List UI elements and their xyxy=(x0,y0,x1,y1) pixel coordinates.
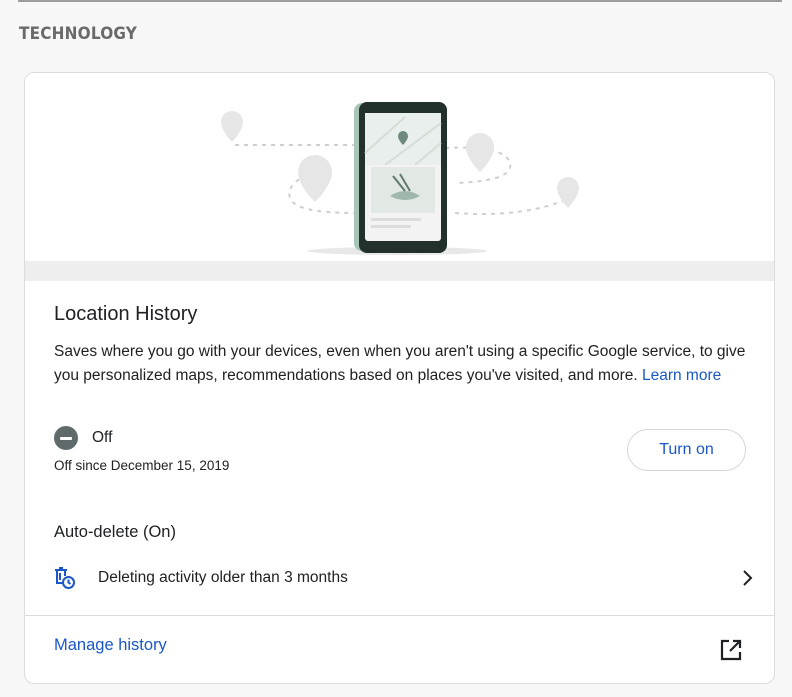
location-illustration xyxy=(25,73,774,281)
status-label: Off xyxy=(92,429,113,446)
open-in-new-icon[interactable] xyxy=(718,637,744,663)
off-since-text: Off since December 15, 2019 xyxy=(54,458,230,473)
card-description: Saves where you go with your devices, ev… xyxy=(54,340,754,387)
manage-history-link[interactable]: Manage history xyxy=(54,636,167,655)
top-divider xyxy=(18,0,782,2)
auto-delete-icon xyxy=(55,567,75,589)
status-row: Off xyxy=(54,426,112,450)
phone-map-illustration xyxy=(221,102,579,255)
chevron-right-icon xyxy=(743,570,753,586)
off-status-icon xyxy=(54,426,78,450)
illustration-band xyxy=(25,261,774,281)
auto-delete-title: Auto-delete (On) xyxy=(54,523,176,541)
turn-on-button[interactable]: Turn on xyxy=(627,429,746,471)
section-title: TECHNOLOGY xyxy=(19,24,138,44)
auto-delete-text: Deleting activity older than 3 months xyxy=(98,569,348,586)
learn-more-link[interactable]: Learn more xyxy=(642,367,721,384)
auto-delete-row[interactable]: Deleting activity older than 3 months xyxy=(51,563,753,593)
card-divider xyxy=(25,615,774,616)
location-history-card: Location History Saves where you go with… xyxy=(24,72,775,684)
card-title: Location History xyxy=(54,303,198,325)
